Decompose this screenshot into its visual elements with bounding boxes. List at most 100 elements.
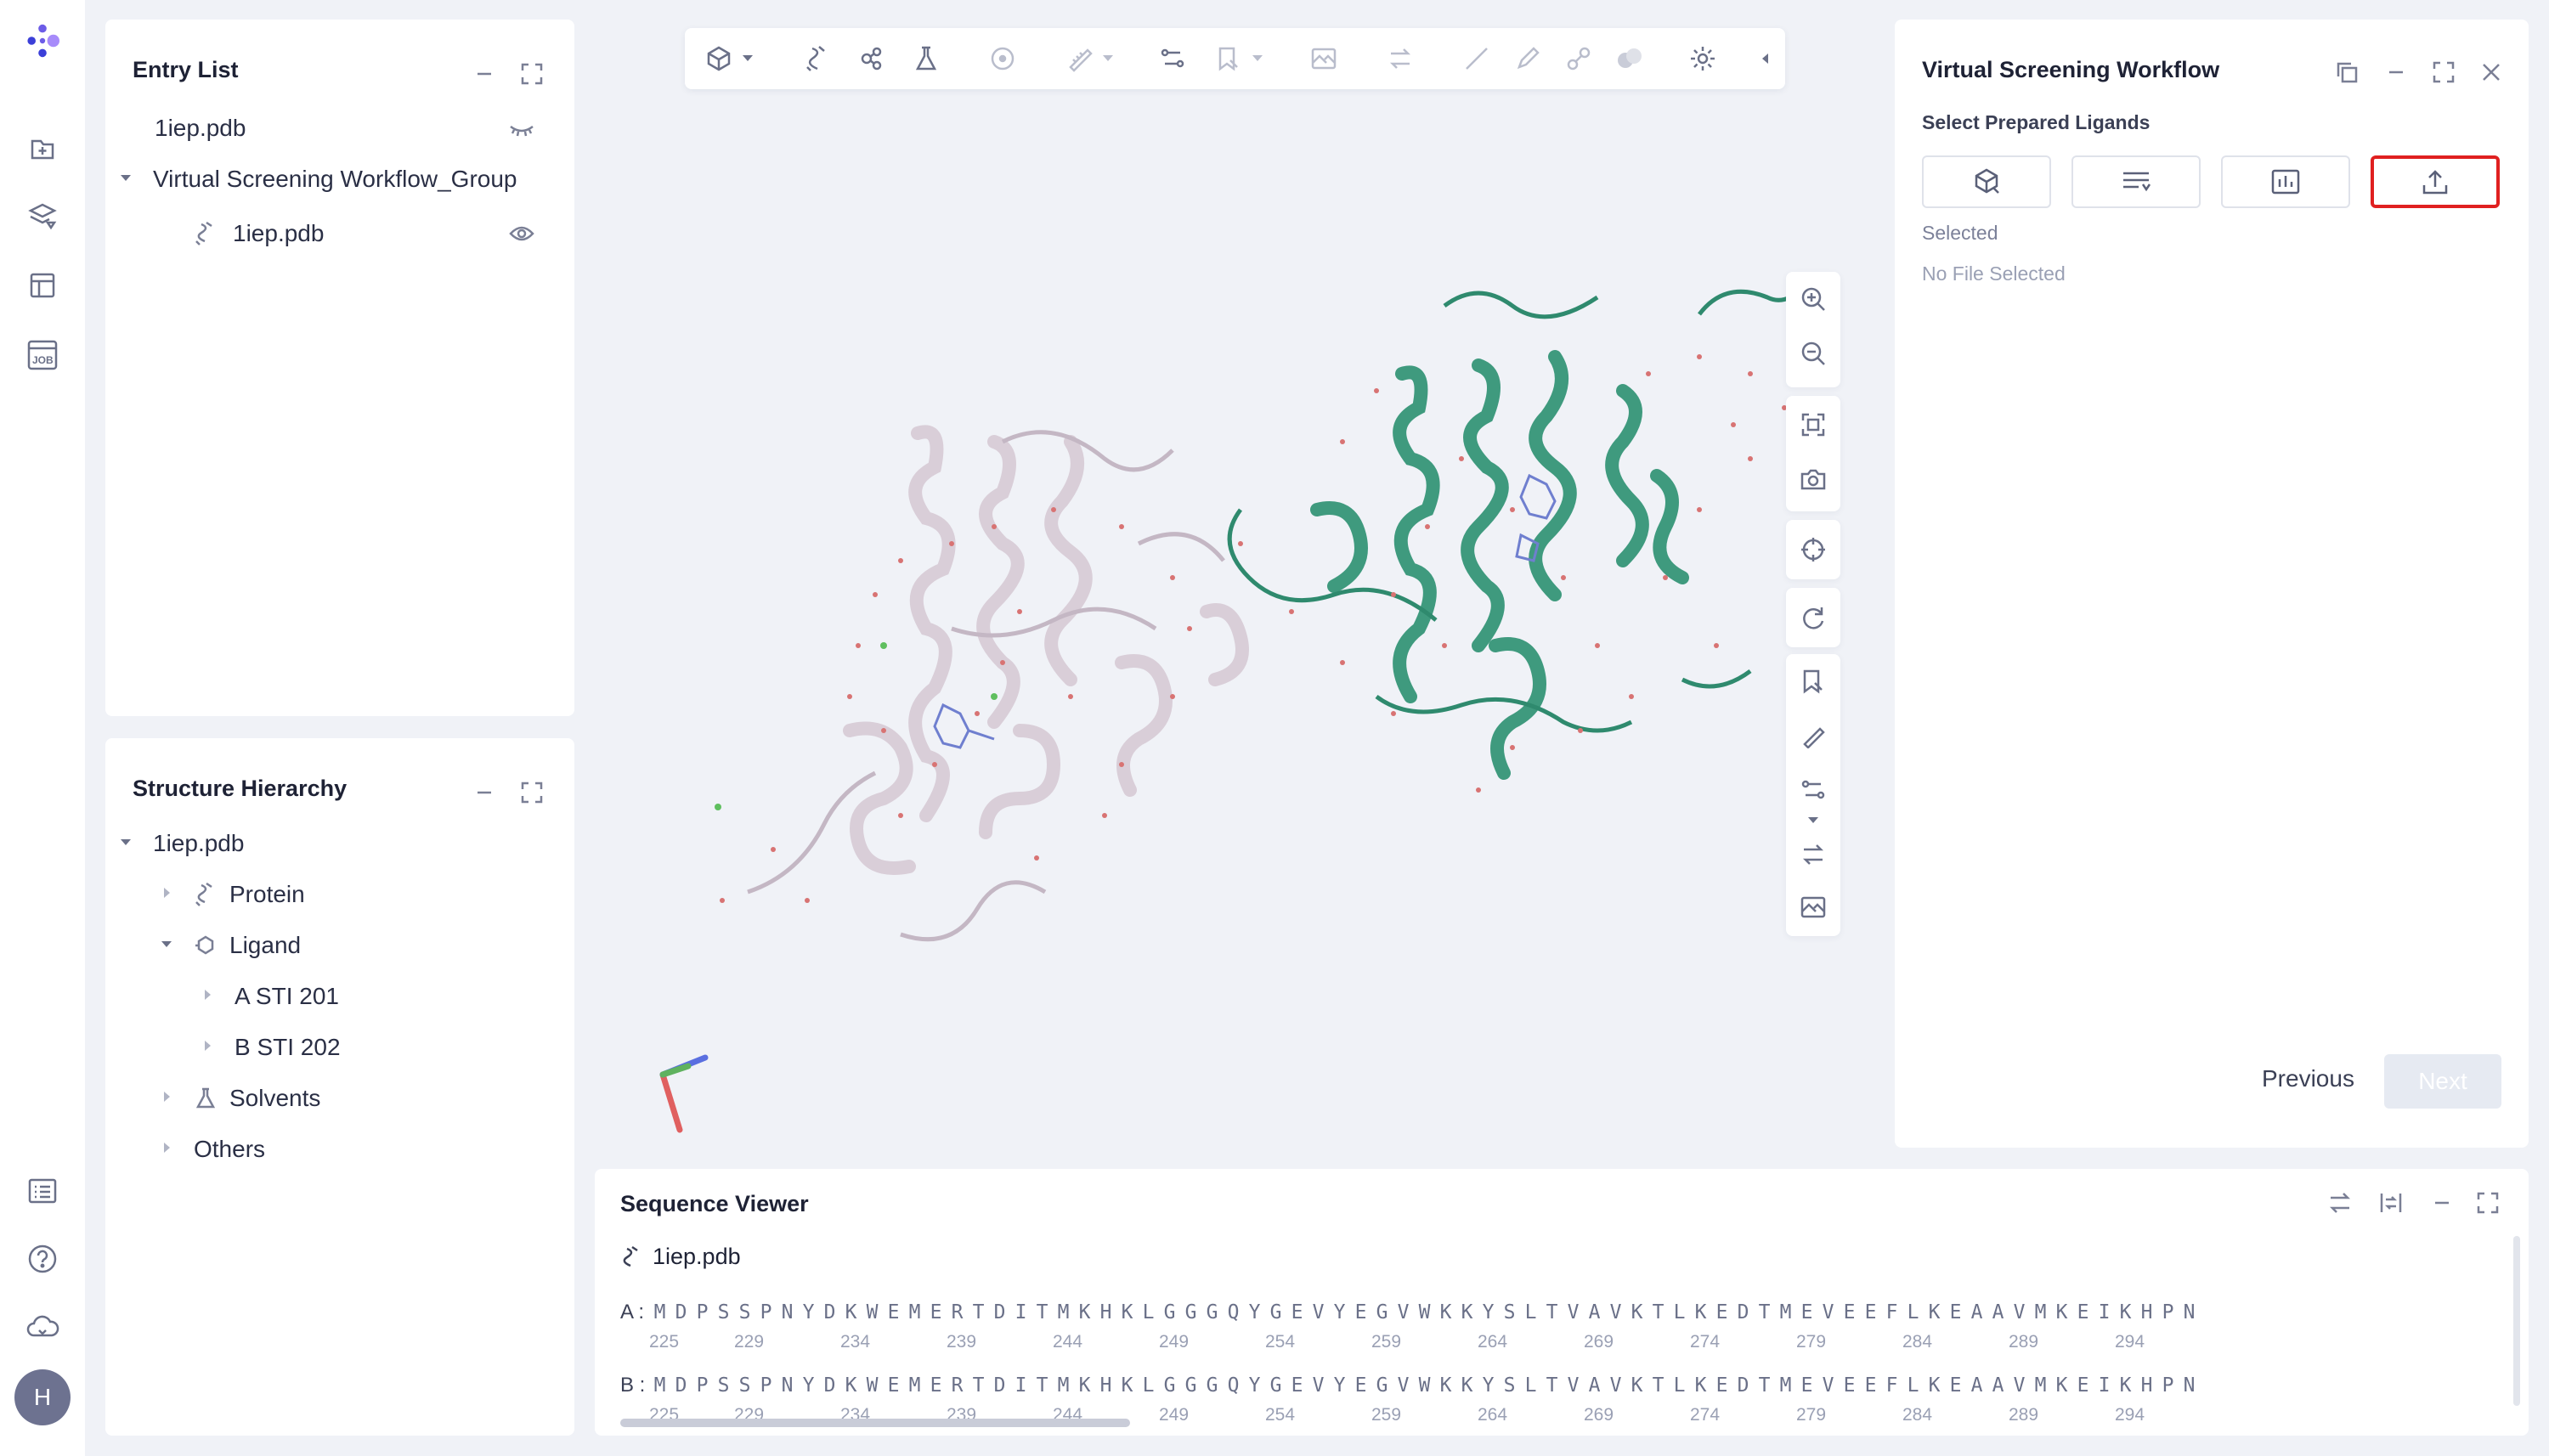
residue[interactable]: L [1138, 1374, 1159, 1397]
residue[interactable]: E [1860, 1301, 1881, 1323]
chevron-down-icon[interactable] [738, 43, 758, 74]
residue[interactable]: V [1563, 1374, 1584, 1397]
hierarchy-ligand-item[interactable]: A STI 201 [235, 983, 339, 1010]
close-icon[interactable] [2476, 57, 2507, 87]
residue[interactable]: D [670, 1301, 692, 1323]
residue[interactable]: T [1541, 1374, 1563, 1397]
residue-list[interactable]: MDPSSPNYDKWEMERTDITMKHKLGGGQYGEVYEGVWKKY… [649, 1301, 2200, 1323]
fit-icon[interactable] [1798, 409, 1828, 440]
residue[interactable]: E [2072, 1301, 2094, 1323]
path-icon[interactable] [1157, 43, 1188, 74]
center-icon[interactable] [1798, 534, 1828, 565]
residue[interactable]: Y [1244, 1374, 1265, 1397]
residue[interactable]: L [1902, 1374, 1924, 1397]
residue[interactable]: T [1031, 1301, 1053, 1323]
residue[interactable]: I [2094, 1374, 2115, 1397]
residue[interactable]: A [1584, 1374, 1605, 1397]
caret-right-icon[interactable] [199, 1037, 216, 1054]
residue[interactable]: P [692, 1374, 713, 1397]
molecule-logo[interactable] [22, 20, 63, 61]
caret-right-icon[interactable] [158, 1139, 175, 1156]
residue[interactable]: E [925, 1301, 947, 1323]
camera-icon[interactable] [1798, 464, 1828, 494]
residue[interactable]: S [1499, 1374, 1520, 1397]
residue[interactable]: M [1053, 1301, 1074, 1323]
layers-icon[interactable] [22, 195, 63, 236]
residue[interactable]: Y [1329, 1374, 1350, 1397]
residue[interactable]: T [968, 1301, 989, 1323]
residue[interactable]: T [1648, 1374, 1669, 1397]
residue[interactable]: N [2179, 1374, 2200, 1397]
help-icon[interactable] [22, 1239, 63, 1279]
residue[interactable]: K [1626, 1374, 1648, 1397]
residue[interactable]: H [1095, 1374, 1116, 1397]
residue[interactable]: S [1499, 1301, 1520, 1323]
swap-icon[interactable] [1385, 43, 1416, 74]
gear-icon[interactable] [1687, 43, 1718, 74]
chevron-down-icon[interactable] [1247, 43, 1268, 74]
residue[interactable]: E [1350, 1374, 1371, 1397]
hierarchy-ligand[interactable]: Ligand [229, 932, 301, 959]
bookmark-icon[interactable] [1213, 43, 1244, 74]
residue[interactable]: G [1371, 1301, 1393, 1323]
residue[interactable]: E [1839, 1374, 1860, 1397]
entry-item[interactable]: 1iep.pdb [155, 115, 246, 142]
residue[interactable]: E [1945, 1374, 1966, 1397]
select-ligand-button[interactable] [1922, 155, 2051, 208]
residue[interactable]: T [1754, 1301, 1775, 1323]
residue[interactable]: E [1286, 1374, 1308, 1397]
flask-icon[interactable] [911, 43, 941, 74]
residue[interactable]: E [925, 1374, 947, 1397]
residue[interactable]: W [1414, 1374, 1435, 1397]
residue[interactable]: G [1265, 1301, 1286, 1323]
residue[interactable]: P [2157, 1374, 2179, 1397]
maximize-icon[interactable] [517, 59, 547, 89]
image-icon[interactable] [1308, 43, 1339, 74]
residue[interactable]: D [989, 1301, 1010, 1323]
collapse-toolbar-icon[interactable] [1757, 43, 1774, 74]
chevron-down-icon[interactable] [1098, 43, 1118, 74]
rotate-icon[interactable] [1798, 602, 1828, 633]
residue[interactable]: S [713, 1301, 734, 1323]
residue[interactable]: R [947, 1301, 968, 1323]
residue[interactable]: P [755, 1374, 777, 1397]
residue[interactable]: M [1775, 1301, 1796, 1323]
residue[interactable]: S [734, 1374, 755, 1397]
residue[interactable]: K [1116, 1374, 1138, 1397]
residue[interactable]: A [1966, 1374, 1987, 1397]
residue[interactable]: S [734, 1301, 755, 1323]
measure-icon[interactable] [1064, 43, 1094, 74]
residue[interactable]: M [649, 1301, 670, 1323]
caret-down-icon[interactable] [117, 169, 134, 186]
residue[interactable]: P [755, 1301, 777, 1323]
residue[interactable]: V [2009, 1301, 2030, 1323]
list-button[interactable] [2071, 155, 2201, 208]
horizontal-scrollbar[interactable] [620, 1419, 1130, 1427]
residue[interactable]: N [777, 1301, 798, 1323]
residue[interactable]: K [1690, 1374, 1711, 1397]
cube-icon[interactable] [704, 43, 734, 74]
residue[interactable]: K [1074, 1374, 1095, 1397]
residue[interactable]: G [1265, 1374, 1286, 1397]
hierarchy-root[interactable]: 1iep.pdb [153, 830, 244, 857]
residue[interactable]: E [1860, 1374, 1881, 1397]
residue[interactable]: N [777, 1374, 798, 1397]
residue[interactable]: F [1881, 1374, 1902, 1397]
residue[interactable]: K [840, 1374, 862, 1397]
residue[interactable]: E [883, 1301, 904, 1323]
image-icon[interactable] [1798, 892, 1828, 923]
copy-icon[interactable] [2331, 57, 2362, 87]
caret-right-icon[interactable] [158, 1088, 175, 1105]
residue-list[interactable]: MDPSSPNYDKWEMERTDITMKHKLGGGQYGEVYEGVWKKY… [649, 1374, 2200, 1397]
residue[interactable]: K [1456, 1301, 1478, 1323]
minimize-icon[interactable] [469, 777, 500, 808]
protein-render[interactable] [595, 0, 1886, 1164]
residue[interactable]: M [649, 1374, 670, 1397]
link-icon[interactable] [1563, 43, 1594, 74]
maximize-icon[interactable] [2428, 57, 2459, 87]
residue[interactable]: V [1308, 1301, 1329, 1323]
select-icon[interactable] [987, 43, 1018, 74]
residue[interactable]: D [819, 1374, 840, 1397]
residue[interactable]: M [2030, 1301, 2051, 1323]
residue[interactable]: V [1817, 1374, 1839, 1397]
